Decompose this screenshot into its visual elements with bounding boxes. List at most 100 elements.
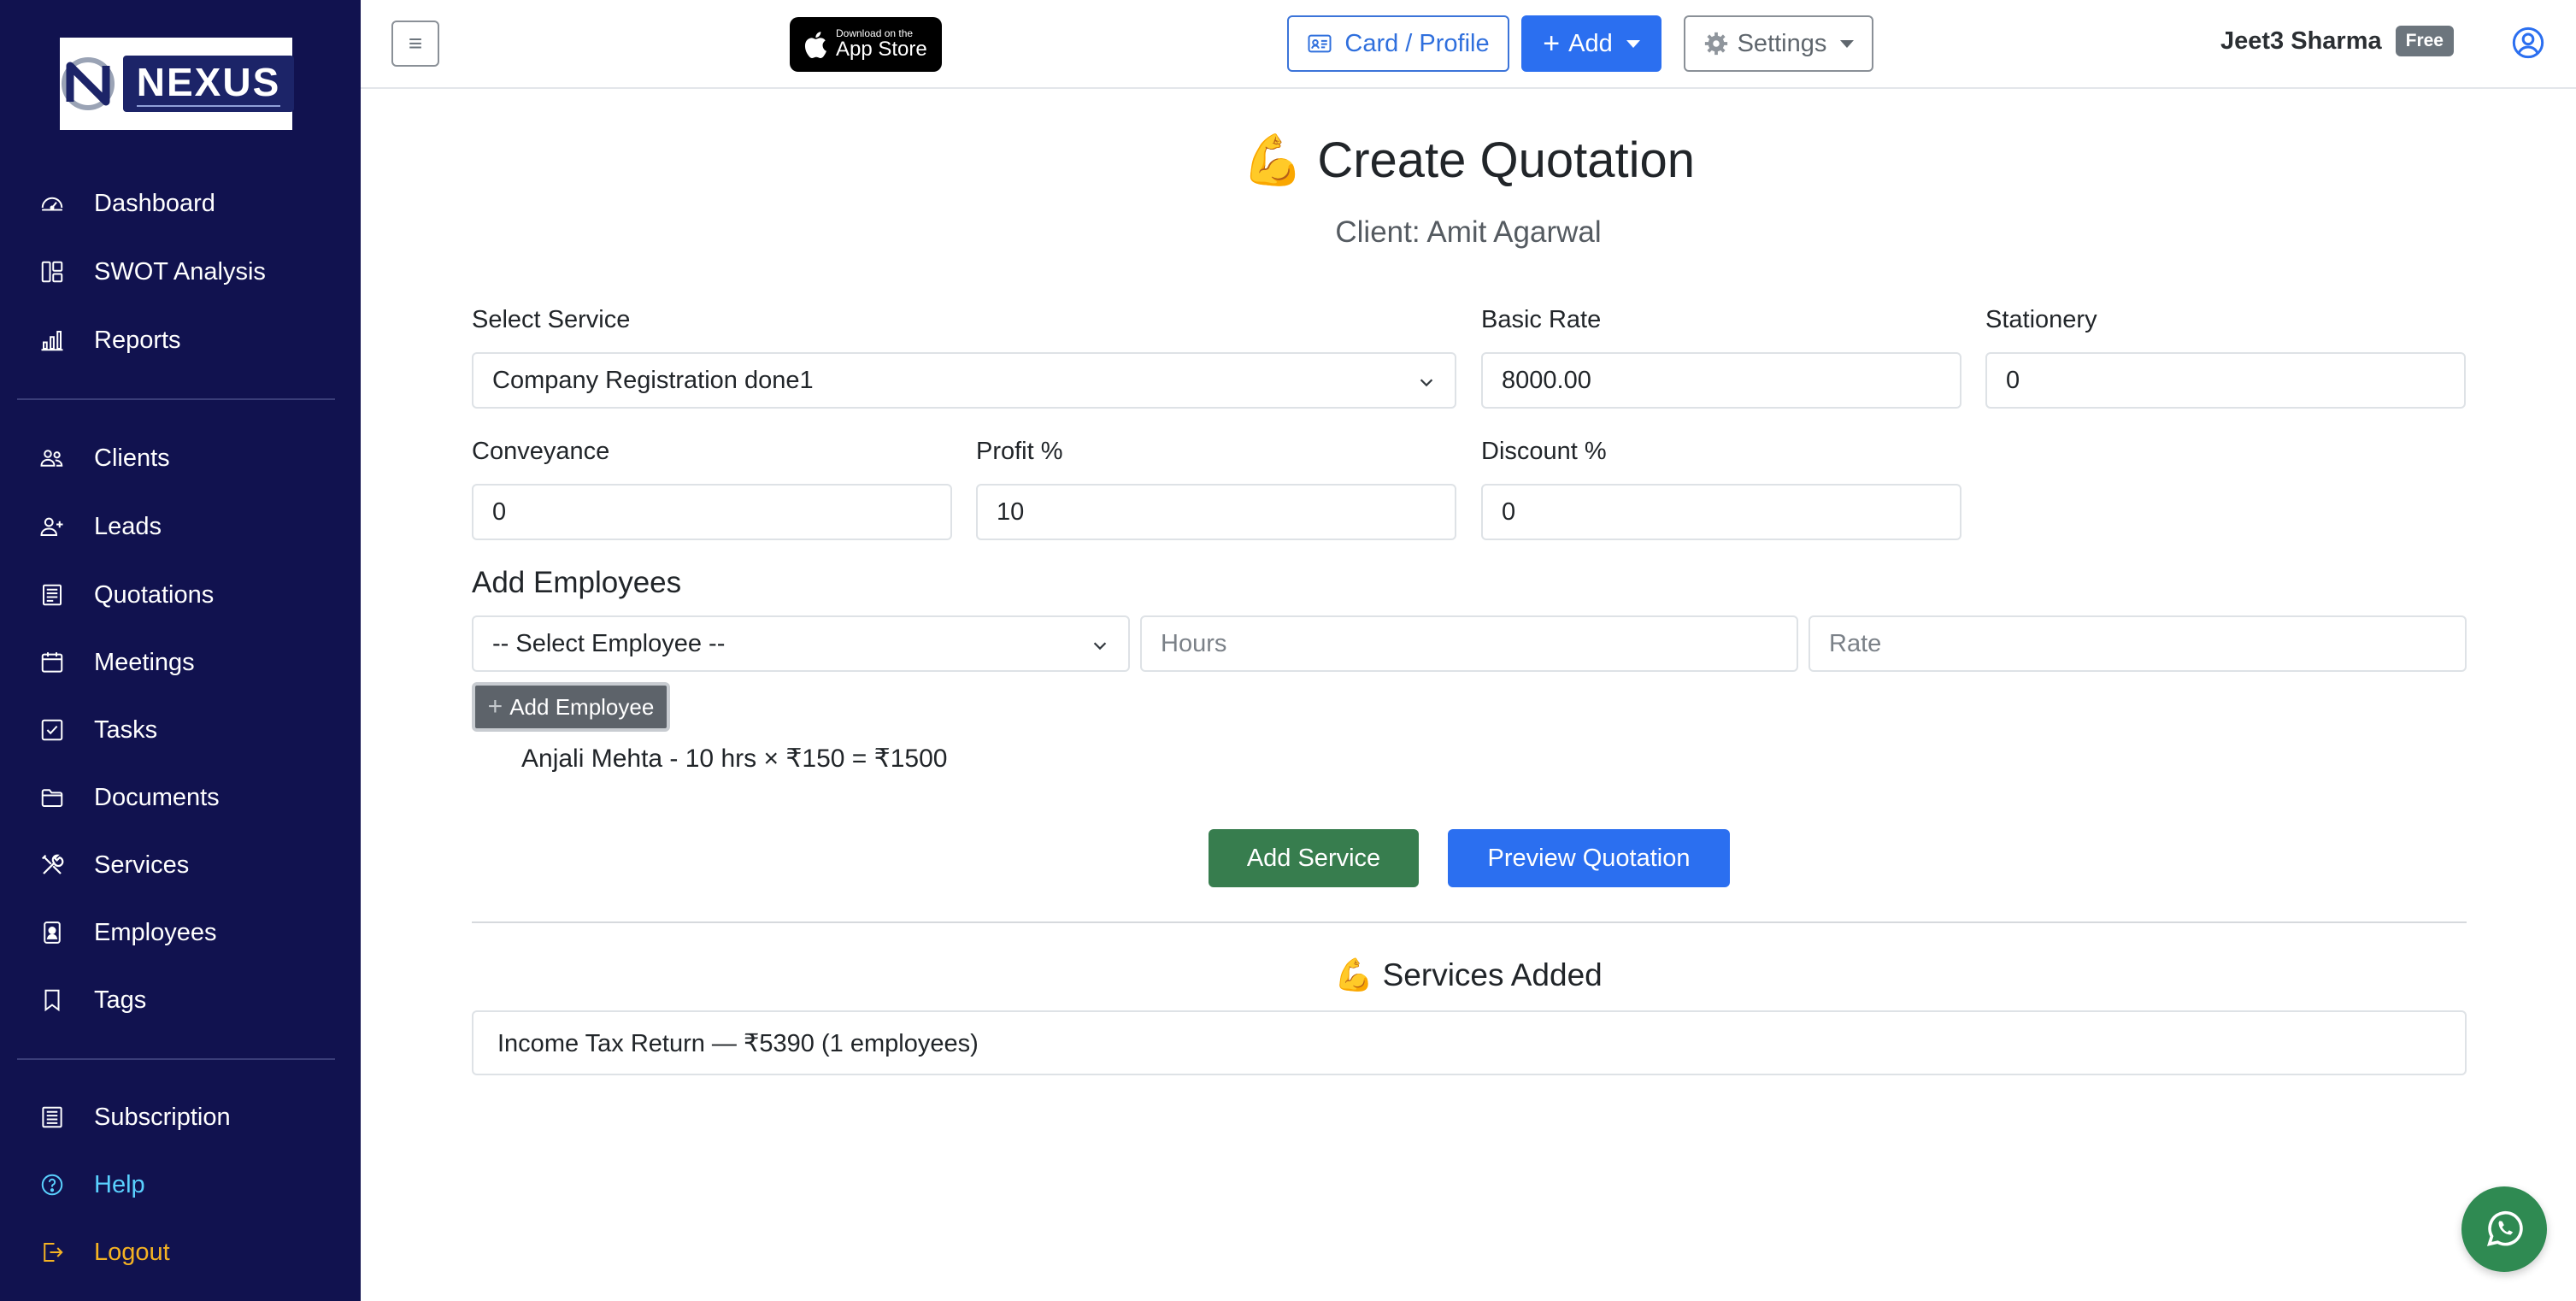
sidebar-item-employees[interactable]: Employees xyxy=(0,907,361,958)
sidebar-item-label: Tasks xyxy=(94,715,158,744)
card-profile-button[interactable]: Card / Profile xyxy=(1287,15,1509,72)
page-title-text: Create Quotation xyxy=(1317,132,1696,188)
sidebar-item-tags[interactable]: Tags xyxy=(0,974,361,1026)
add-service-button[interactable]: Add Service xyxy=(1209,829,1419,887)
sidebar-item-label: Meetings xyxy=(94,648,195,676)
settings-dropdown-button[interactable]: Settings xyxy=(1684,15,1873,72)
brand-logo-text: NEXUS xyxy=(122,56,295,112)
sidebar-item-label: Quotations xyxy=(94,580,215,609)
services-added-heading: 💪 Services Added xyxy=(361,957,2576,994)
sidebar-item-swot-analysis[interactable]: SWOT Analysis xyxy=(0,246,361,297)
app-store-big-text: App Store xyxy=(836,37,927,61)
sidebar-item-label: Tags xyxy=(94,986,147,1014)
sidebar: NEXUS Dashboard SWOT Analysis Reports Cl… xyxy=(0,0,361,1301)
services-added-title: Services Added xyxy=(1382,957,1603,992)
add-dropdown-button[interactable]: + Add xyxy=(1521,15,1661,72)
bookmark-icon xyxy=(38,986,67,1015)
conveyance-input[interactable]: 0 xyxy=(472,484,952,540)
sidebar-item-label: Documents xyxy=(94,783,220,811)
sidebar-item-leads[interactable]: Leads xyxy=(0,501,361,552)
flexed-biceps-icon: 💪 xyxy=(1334,957,1374,992)
sidebar-item-logout[interactable]: Logout xyxy=(0,1227,361,1278)
question-icon xyxy=(38,1170,67,1199)
plus-icon: + xyxy=(487,692,503,721)
discount-input[interactable]: 0 xyxy=(1481,484,1961,540)
sidebar-item-label: Reports xyxy=(94,326,181,354)
rate-input[interactable]: Rate xyxy=(1808,615,2467,672)
calendar-icon xyxy=(38,648,67,677)
sidebar-item-dashboard[interactable]: Dashboard xyxy=(0,178,361,229)
sidebar-toggle-button[interactable]: ≡ xyxy=(391,21,439,67)
caret-down-icon xyxy=(1840,39,1855,48)
profit-label: Profit % xyxy=(976,438,1063,465)
whatsapp-chat-button[interactable] xyxy=(2461,1186,2547,1272)
main-content: 💪 Create Quotation Client: Amit Agarwal … xyxy=(361,89,2576,1301)
logout-icon xyxy=(38,1238,67,1267)
user-circle-icon[interactable] xyxy=(2511,26,2545,60)
conveyance-label: Conveyance xyxy=(472,438,610,465)
plus-icon: + xyxy=(1543,27,1561,60)
sidebar-item-label: Services xyxy=(94,851,190,879)
section-divider xyxy=(472,921,2467,923)
sidebar-item-label: Leads xyxy=(94,512,162,540)
speedometer-icon xyxy=(38,189,67,218)
sidebar-item-label: Employees xyxy=(94,918,217,946)
list-icon xyxy=(38,1103,67,1132)
sidebar-item-clients[interactable]: Clients xyxy=(0,433,361,484)
sidebar-divider xyxy=(17,398,335,400)
stationery-label: Stationery xyxy=(1985,306,2097,333)
employee-select[interactable]: -- Select Employee -- xyxy=(472,615,1130,672)
layout-icon xyxy=(38,257,67,286)
tools-icon xyxy=(38,851,67,880)
basic-rate-label: Basic Rate xyxy=(1481,306,1602,333)
sidebar-item-quotations[interactable]: Quotations xyxy=(0,569,361,621)
client-name: Client: Amit Agarwal xyxy=(1335,215,1602,249)
profit-input[interactable]: 10 xyxy=(976,484,1456,540)
plan-badge: Free xyxy=(2395,26,2454,56)
nexus-logo-icon xyxy=(58,50,118,117)
add-label: Add xyxy=(1568,29,1613,57)
id-card-icon xyxy=(1308,34,1332,53)
sidebar-item-subscription[interactable]: Subscription xyxy=(0,1092,361,1143)
add-employee-button[interactable]: + Add Employee xyxy=(472,682,670,732)
sidebar-item-label: Help xyxy=(94,1170,145,1198)
caret-down-icon xyxy=(1626,39,1640,48)
sidebar-item-reports[interactable]: Reports xyxy=(0,315,361,366)
sidebar-item-services[interactable]: Services xyxy=(0,839,361,891)
badge-icon xyxy=(38,918,67,947)
app-store-badge[interactable]: Download on the App Store xyxy=(790,17,942,72)
bar-chart-icon xyxy=(38,326,67,355)
sidebar-item-help[interactable]: Help xyxy=(0,1159,361,1210)
stationery-input[interactable]: 0 xyxy=(1985,352,2466,409)
sidebar-item-label: Logout xyxy=(94,1238,170,1266)
basic-rate-input[interactable]: 8000.00 xyxy=(1481,352,1961,409)
list-item: Income Tax Return — ₹5390 (1 employees) xyxy=(472,1010,2467,1075)
employee-select-value: -- Select Employee -- xyxy=(492,629,726,657)
user-menu[interactable]: Jeet3 Sharma Free xyxy=(2220,26,2454,56)
add-employee-label: Add Employee xyxy=(509,693,655,720)
hours-input[interactable]: Hours xyxy=(1140,615,1798,672)
apple-icon xyxy=(804,32,826,58)
employee-entry: Anjali Mehta - 10 hrs × ₹150 = ₹1500 xyxy=(521,745,948,773)
sidebar-item-tasks[interactable]: Tasks xyxy=(0,704,361,756)
add-employees-heading: Add Employees xyxy=(472,566,682,599)
brand-logo[interactable]: NEXUS xyxy=(58,38,295,130)
page-title: 💪 Create Quotation xyxy=(361,132,2576,190)
sidebar-item-label: Subscription xyxy=(94,1103,231,1131)
sidebar-divider xyxy=(17,1058,335,1060)
app-store-small-text: Download on the xyxy=(836,26,914,39)
people-icon xyxy=(38,444,67,473)
service-label: Select Service xyxy=(472,306,631,333)
sidebar-item-label: SWOT Analysis xyxy=(94,257,266,286)
whatsapp-icon xyxy=(2486,1210,2523,1246)
flexed-biceps-icon: 💪 xyxy=(1241,132,1304,188)
user-name: Jeet3 Sharma xyxy=(2220,26,2382,55)
sidebar-item-meetings[interactable]: Meetings xyxy=(0,637,361,688)
person-plus-icon xyxy=(38,512,67,541)
discount-label: Discount % xyxy=(1481,438,1607,465)
service-select[interactable]: Company Registration done1 xyxy=(472,352,1456,409)
sidebar-item-label: Dashboard xyxy=(94,189,215,217)
preview-quotation-button[interactable]: Preview Quotation xyxy=(1448,829,1730,887)
sidebar-item-documents[interactable]: Documents xyxy=(0,772,361,823)
chevron-down-icon xyxy=(1420,379,1433,387)
